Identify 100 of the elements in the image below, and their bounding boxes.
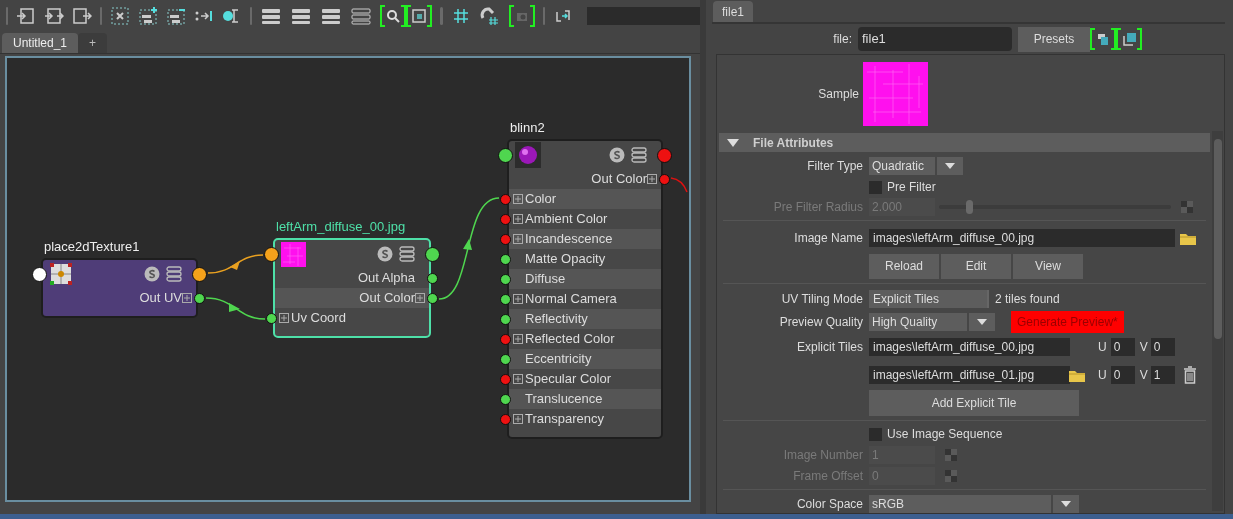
field-label: U <box>1098 367 1107 384</box>
attribute-label: Reflectivity <box>525 310 588 329</box>
connection-port[interactable] <box>500 253 511 265</box>
connection-line[interactable] <box>205 297 266 320</box>
presets-button[interactable]: Presets <box>1018 26 1090 52</box>
frame-all-icon[interactable] <box>110 6 131 26</box>
solo-icon[interactable] <box>144 266 160 282</box>
magnet-grid-icon[interactable] <box>478 6 501 26</box>
layout-icon[interactable] <box>290 6 313 26</box>
connection-port[interactable] <box>194 292 205 304</box>
attribute-label: Out UV <box>139 289 182 308</box>
graph-input-icon[interactable] <box>16 6 37 26</box>
field-label: U <box>1098 339 1107 356</box>
dropdown[interactable]: Explicit Tiles <box>869 290 989 308</box>
node-card[interactable]: Out UV <box>41 258 198 318</box>
connection-port[interactable] <box>500 273 511 285</box>
action-button[interactable]: View <box>1013 253 1083 279</box>
section-header[interactable]: File Attributes <box>719 133 1210 152</box>
image-icon[interactable] <box>406 5 433 27</box>
camera-icon[interactable] <box>508 5 535 27</box>
scrollbar[interactable] <box>1212 131 1223 511</box>
field-label: V <box>1139 339 1148 356</box>
checkbox[interactable] <box>869 427 882 441</box>
node-card[interactable]: Out Alpha Out Color Uv Coord <box>273 238 431 338</box>
dropdown-arrow-icon <box>945 163 955 169</box>
attribute-label: Ambient Color <box>525 210 608 229</box>
editor-tab[interactable]: Untitled_1 <box>2 33 79 53</box>
search-field[interactable] <box>586 7 700 25</box>
field-label: Preview Quality <box>779 315 863 329</box>
connection-line[interactable] <box>438 197 500 300</box>
connection-port[interactable] <box>500 313 511 325</box>
expand-icon[interactable] <box>513 214 523 224</box>
connection-line[interactable] <box>207 254 264 274</box>
graph-input-output-icon[interactable] <box>44 6 65 26</box>
attribute-label: Uv Coord <box>291 309 346 328</box>
expand-icon[interactable] <box>182 293 192 303</box>
field-label: Sample <box>818 87 859 101</box>
connection-port[interactable] <box>427 272 438 284</box>
connection-port[interactable] <box>266 312 277 324</box>
dropdown-value: Explicit Tiles <box>873 291 940 308</box>
field-label: V <box>1139 367 1148 384</box>
connection-port[interactable] <box>500 393 511 405</box>
node-title: place2dTexture1 <box>44 238 140 256</box>
node-title: blinn2 <box>510 119 545 137</box>
field-label: Color Space <box>796 497 863 511</box>
connection-port[interactable] <box>500 353 511 365</box>
action-button[interactable]: Edit <box>941 253 1011 279</box>
number-field[interactable]: 0 <box>1150 338 1175 356</box>
list-icon[interactable] <box>399 246 415 262</box>
expand-icon[interactable] <box>279 313 289 323</box>
search-icon[interactable] <box>380 5 407 27</box>
status-text: 2 tiles found <box>995 291 1060 308</box>
number-field[interactable]: 0 <box>1110 338 1135 356</box>
checkbox[interactable] <box>869 180 882 194</box>
connection-port[interactable] <box>427 292 438 304</box>
new-tab-button[interactable]: + <box>78 33 108 53</box>
expand-icon[interactable] <box>647 174 657 184</box>
attribute-label: Normal Camera <box>525 290 617 309</box>
graph-output-icon[interactable] <box>72 6 93 26</box>
number-field[interactable]: 1 <box>1150 366 1175 384</box>
expand-icon[interactable] <box>513 234 523 244</box>
solo-icon[interactable] <box>377 246 393 262</box>
add-tile-button[interactable]: Add Explicit Tile <box>869 390 1079 416</box>
solo-icon[interactable] <box>609 147 625 163</box>
attribute-tab[interactable]: file1 <box>713 1 753 22</box>
dropdown-arrow-icon <box>1061 501 1071 507</box>
list-icon[interactable] <box>631 147 647 163</box>
attribute-label: Incandescence <box>525 230 613 249</box>
add-nodes-icon[interactable] <box>138 6 159 26</box>
expand-icon[interactable] <box>513 414 523 424</box>
checkbox-label: Use Image Sequence <box>887 426 1003 443</box>
node-title: leftArm_diffuse_00.jpg <box>276 218 406 236</box>
expand-icon[interactable] <box>513 374 523 384</box>
attribute-label: Matte Opacity <box>525 250 606 269</box>
field-label: Image Name <box>794 231 863 245</box>
file-path-field[interactable]: images\leftArm_diffuse_00.jpg <box>869 338 1070 356</box>
remove-nodes-icon[interactable] <box>166 6 187 26</box>
field-label: Explicit Tiles <box>796 340 863 354</box>
layout-icon[interactable] <box>350 6 373 26</box>
layout-icon[interactable] <box>320 6 343 26</box>
number-field[interactable]: 0 <box>1110 366 1135 384</box>
action-button[interactable]: Reload <box>869 253 939 279</box>
list-icon[interactable] <box>166 266 182 282</box>
dropdown-value: Quadratic <box>872 158 925 175</box>
file-path-field[interactable]: images\leftArm_diffuse_01.jpg <box>869 366 1070 384</box>
new-tab-icon[interactable] <box>1116 28 1142 50</box>
attribute-label: Out Alpha <box>357 269 415 288</box>
expand-icon[interactable] <box>513 194 523 204</box>
copy-tab-icon[interactable] <box>1090 28 1116 50</box>
connection-port[interactable] <box>500 293 511 305</box>
file-path-field[interactable]: images\leftArm_diffuse_00.jpg <box>869 229 1175 247</box>
layout-icon[interactable] <box>260 6 283 26</box>
expand-icon[interactable] <box>513 334 523 344</box>
node-card[interactable]: Out Color Color Ambient Color Incandescence Matte Opacity Diffuse Normal Camera Reflectivity Reflected Color Eccentricity Specular Color Translucence Transparency <box>507 139 663 439</box>
attribute-label: Eccentricity <box>525 350 592 369</box>
node-graph-canvas[interactable] <box>5 56 691 502</box>
node-name-field[interactable]: file1 <box>858 27 1012 51</box>
trash-icon[interactable] <box>1182 366 1197 384</box>
expand-icon[interactable] <box>513 294 523 304</box>
attribute-label: Color <box>525 190 557 209</box>
